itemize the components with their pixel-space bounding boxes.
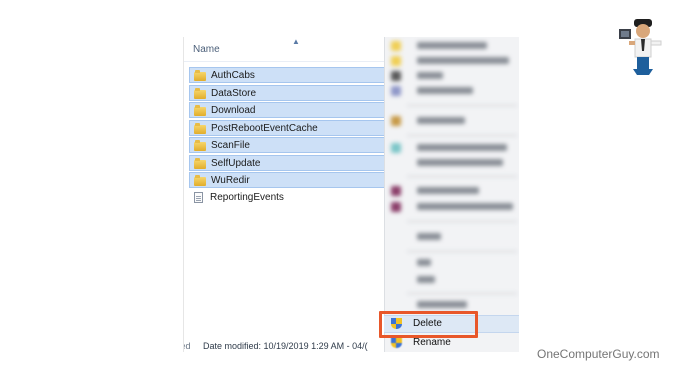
menu-item[interactable] — [391, 70, 519, 82]
folder-icon — [194, 158, 207, 169]
item-label: DataStore — [211, 88, 257, 99]
item-label: ScanFile — [211, 140, 250, 151]
context-menu — [384, 37, 519, 352]
rename-label[interactable]: Rename — [413, 337, 451, 348]
menu-item[interactable] — [391, 257, 519, 269]
list-item[interactable]: Download — [189, 102, 385, 118]
status-bar: ted Date modified: 10/19/2019 1:29 AM - … — [184, 339, 384, 352]
list-item[interactable]: SelfUpdate — [189, 155, 385, 171]
menu-item[interactable] — [391, 299, 519, 311]
item-label: WuRedir — [211, 175, 250, 186]
list-item[interactable]: WuRedir — [189, 172, 385, 188]
item-label: PostRebootEventCache — [211, 123, 318, 134]
menu-item[interactable] — [391, 40, 519, 52]
item-label: AuthCabs — [211, 70, 255, 81]
status-prefix: ted — [184, 341, 191, 351]
uac-shield-icon — [391, 337, 402, 349]
file-icon — [194, 192, 203, 203]
folder-icon — [194, 105, 207, 116]
watermark: OneComputerGuy.com — [537, 347, 660, 361]
folder-icon — [194, 70, 207, 81]
list-item[interactable]: AuthCabs — [189, 67, 385, 83]
folder-icon — [194, 123, 207, 134]
delete-highlight-box — [379, 311, 478, 338]
column-header[interactable]: Name ▲ — [184, 37, 384, 62]
menu-item[interactable] — [391, 55, 519, 67]
list-item[interactable]: DataStore — [189, 85, 385, 101]
status-date-modified: Date modified: 10/19/2019 1:29 AM - 04/( — [203, 341, 368, 351]
item-label: SelfUpdate — [211, 158, 261, 169]
list-item[interactable]: ReportingEvents — [189, 190, 385, 206]
folder-icon — [194, 88, 207, 99]
folder-icon — [194, 140, 207, 151]
column-header-name[interactable]: Name — [193, 44, 220, 55]
screenshot-frame: Name ▲ AuthCabs DataStore Download PostR… — [183, 37, 519, 352]
menu-item[interactable] — [391, 142, 519, 154]
onecomputerguy-logo — [619, 15, 667, 77]
item-label: Download — [211, 105, 256, 116]
list-item[interactable]: PostRebootEventCache — [189, 120, 385, 136]
menu-item[interactable] — [391, 231, 519, 243]
list-item[interactable]: ScanFile — [189, 137, 385, 153]
menu-item[interactable] — [391, 201, 519, 213]
menu-item[interactable] — [391, 274, 519, 286]
folder-icon — [194, 175, 207, 186]
menu-item[interactable] — [391, 157, 519, 169]
menu-item[interactable] — [391, 85, 519, 97]
menu-item[interactable] — [391, 185, 519, 197]
item-label: ReportingEvents — [210, 192, 284, 203]
menu-item[interactable] — [391, 115, 519, 127]
sort-arrow-icon: ▲ — [292, 37, 300, 46]
file-list-pane: Name ▲ AuthCabs DataStore Download PostR… — [184, 37, 385, 352]
